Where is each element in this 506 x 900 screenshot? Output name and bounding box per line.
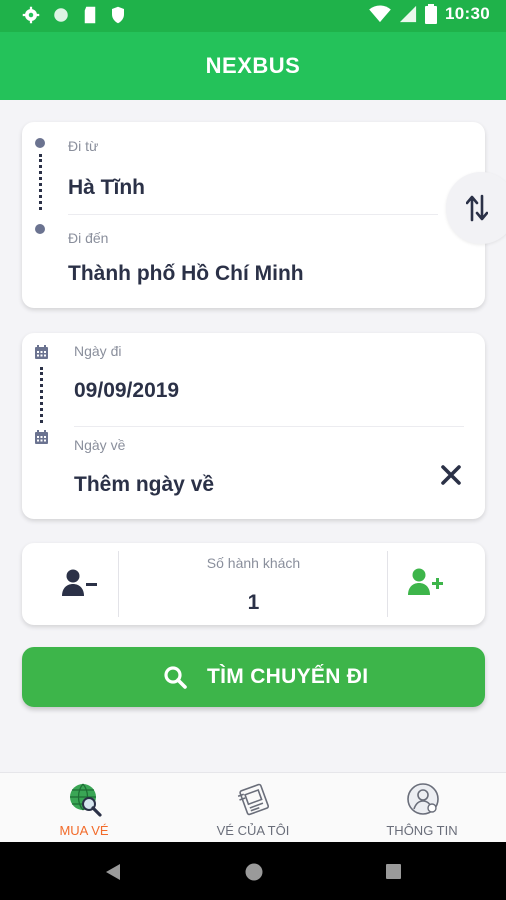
date-connector xyxy=(40,367,43,423)
status-right-icons: 10:30 xyxy=(369,4,490,24)
route-card: Đi từ Hà Tĩnh Đi đến Thành phố Hồ Chí Mi… xyxy=(22,122,485,308)
nav-info-label: THÔNG TIN xyxy=(386,823,458,838)
settings-icon xyxy=(22,6,40,24)
add-passenger-button[interactable] xyxy=(388,543,485,625)
to-value: Thành phố Hồ Chí Minh xyxy=(68,262,304,285)
app-title: NEXBUS xyxy=(205,53,301,78)
depart-label: Ngày đi xyxy=(74,343,122,359)
date-divider xyxy=(74,426,464,427)
sd-card-icon xyxy=(84,6,96,24)
recents-icon[interactable] xyxy=(385,863,402,880)
to-label: Đi đến xyxy=(68,230,109,246)
from-field[interactable]: Đi từ Hà Tĩnh xyxy=(66,130,436,214)
home-icon[interactable] xyxy=(244,862,264,882)
return-label: Ngày về xyxy=(74,437,126,453)
passenger-card: Số hành khách 1 xyxy=(22,543,485,625)
system-navigation-bar xyxy=(0,842,506,900)
clear-return-date-icon[interactable] xyxy=(439,463,463,487)
back-icon[interactable] xyxy=(104,862,122,882)
to-field[interactable]: Đi đến Thành phố Hồ Chí Minh xyxy=(66,222,436,302)
add-user-icon xyxy=(408,568,443,595)
from-value: Hà Tĩnh xyxy=(68,176,145,199)
swap-arrows-icon xyxy=(466,194,488,222)
search-button-label: TÌM CHUYẾN ĐI xyxy=(207,665,369,688)
to-dot xyxy=(35,224,45,234)
ticket-icon xyxy=(237,783,270,816)
return-value: Thêm ngày về xyxy=(74,473,215,496)
search-icon xyxy=(164,666,187,689)
return-date-field[interactable]: Ngày về Thêm ngày về xyxy=(72,429,412,515)
date-card: Ngày đi 09/09/2019 Ngày về Thêm ngày về xyxy=(22,333,485,519)
route-divider xyxy=(68,214,438,215)
shield-icon xyxy=(112,6,124,24)
from-dot xyxy=(35,138,45,148)
globe-search-icon xyxy=(70,783,102,817)
nav-buy-ticket[interactable]: MUA VÉ xyxy=(0,773,168,843)
wifi-icon xyxy=(369,5,391,23)
battery-icon xyxy=(425,4,438,24)
depart-value: 09/09/2019 xyxy=(74,379,180,402)
nav-my-tickets[interactable]: VÉ CỦA TÔI xyxy=(169,773,337,843)
route-connector xyxy=(39,154,42,210)
nav-my-tickets-label: VÉ CỦA TÔI xyxy=(216,823,290,838)
calendar-icon xyxy=(35,345,48,359)
circle-icon xyxy=(54,8,68,22)
swap-route-button[interactable] xyxy=(446,172,506,244)
app-bar: NEXBUS xyxy=(0,32,506,100)
search-trips-button[interactable]: TÌM CHUYẾN ĐI xyxy=(22,647,485,707)
from-label: Đi từ xyxy=(68,138,99,154)
profile-icon xyxy=(407,783,439,815)
nav-buy-ticket-label: MUA VÉ xyxy=(59,823,109,838)
calendar-return-icon xyxy=(35,430,48,444)
status-bar: 10:30 xyxy=(0,0,506,32)
signal-icon xyxy=(399,5,417,23)
status-time: 10:30 xyxy=(445,4,490,23)
status-left-icons xyxy=(22,6,126,24)
nav-info[interactable]: THÔNG TIN xyxy=(338,773,506,843)
depart-date-field[interactable]: Ngày đi 09/09/2019 xyxy=(72,333,442,425)
bottom-navigation: MUA VÉ VÉ CỦA TÔI THÔNG TIN xyxy=(0,772,506,842)
